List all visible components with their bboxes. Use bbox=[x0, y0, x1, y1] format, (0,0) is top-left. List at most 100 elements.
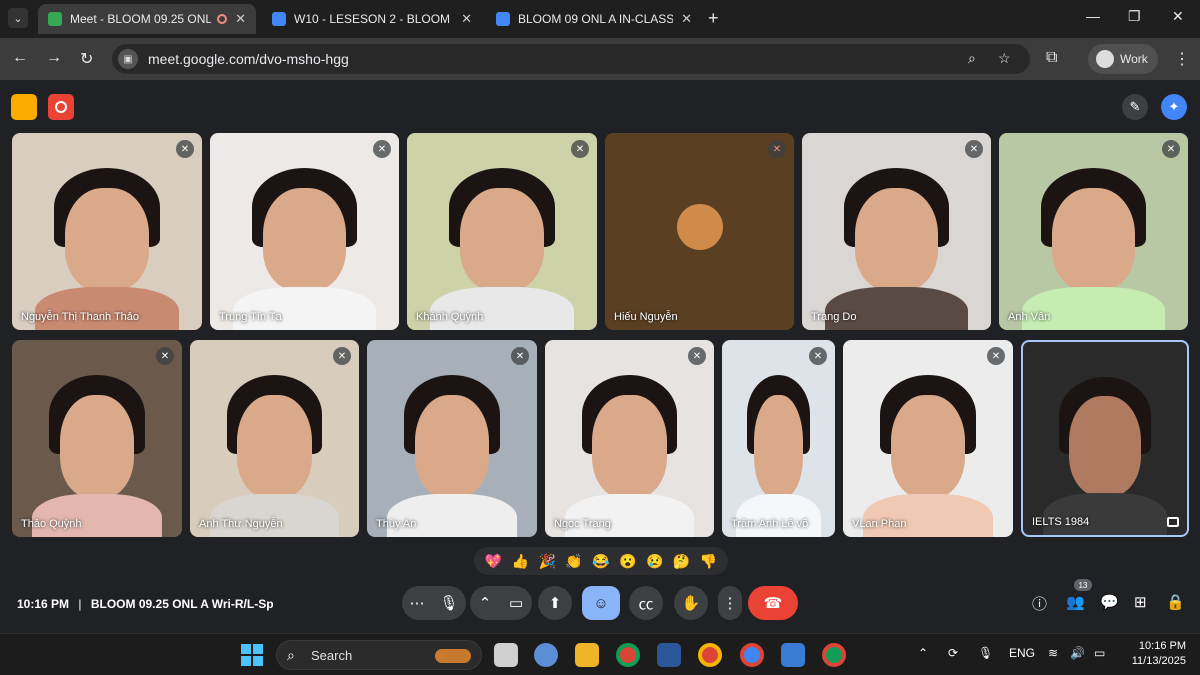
surprised-reaction[interactable]: 😮 bbox=[619, 553, 636, 570]
taskbar-search[interactable]: ⌕ Search bbox=[276, 640, 482, 670]
mic-off-icon: ✕ bbox=[156, 347, 174, 365]
meeting-details-icon[interactable]: ⓘ bbox=[1032, 593, 1047, 614]
google-docs-icon bbox=[272, 12, 286, 26]
maximize-button[interactable]: ❐ bbox=[1128, 8, 1141, 25]
participant-tile[interactable]: ✕ VLan Phan bbox=[843, 340, 1013, 537]
reload-icon[interactable]: ↻ bbox=[80, 49, 93, 69]
close-tab-icon[interactable]: ✕ bbox=[235, 11, 246, 27]
file-explorer-icon[interactable] bbox=[575, 643, 599, 667]
tab-search-icon[interactable]: ⌄ bbox=[8, 8, 28, 28]
address-bar[interactable]: ▣ meet.google.com/dvo-msho-hgg ⌕ ☆ bbox=[112, 44, 1030, 74]
site-info-icon[interactable]: ▣ bbox=[118, 49, 138, 69]
camera-icon[interactable]: ▭ bbox=[509, 594, 523, 612]
url-text[interactable]: meet.google.com/dvo-msho-hgg bbox=[148, 51, 349, 67]
search-icon: ⌕ bbox=[287, 647, 295, 663]
activities-grid-icon[interactable]: ⊞ bbox=[1134, 593, 1147, 611]
mic-off-icon: ✕ bbox=[987, 347, 1005, 365]
participant-tile[interactable]: ✕ Khánh Quỳnh bbox=[407, 133, 597, 330]
profile-button[interactable]: Work bbox=[1088, 44, 1158, 74]
more-menu-button[interactable]: ⋮ bbox=[718, 586, 742, 620]
gemini-sparkle-icon[interactable]: ✦ bbox=[1161, 94, 1187, 120]
tab-meet[interactable]: Meet - BLOOM 09.25 ONL A ✕ bbox=[38, 4, 256, 34]
mic-off-icon: ✕ bbox=[176, 140, 194, 158]
participant-tile[interactable]: ✕ Anh Vân bbox=[999, 133, 1188, 330]
participant-tile[interactable]: ✕ Ngọc Trang bbox=[545, 340, 714, 537]
word-icon[interactable] bbox=[657, 643, 681, 667]
task-view-icon[interactable] bbox=[494, 643, 518, 667]
clapping-reaction[interactable]: 👏 bbox=[565, 553, 582, 570]
browser-menu-icon[interactable]: ⋮ bbox=[1174, 49, 1190, 69]
people-icon[interactable]: 👥 bbox=[1066, 593, 1085, 611]
microphone-icon[interactable]: 🎙 bbox=[439, 594, 458, 612]
mic-off-icon: ✕ bbox=[511, 347, 529, 365]
close-tab-icon[interactable]: ✕ bbox=[681, 11, 692, 27]
participant-tile-self[interactable]: IELTS 1984 bbox=[1021, 340, 1189, 537]
participant-name: Khánh Quỳnh bbox=[416, 311, 484, 323]
host-controls-lock-icon[interactable]: 🔒 bbox=[1166, 593, 1185, 611]
participant-name: Thảo Quỳnh bbox=[21, 518, 82, 530]
mic-off-icon: ✕ bbox=[809, 347, 827, 365]
photos-icon[interactable] bbox=[781, 643, 805, 667]
taskbar-clock[interactable]: 10:16 PM 11/13/2025 bbox=[1120, 639, 1186, 669]
participant-name: Trang Do bbox=[811, 311, 857, 323]
present-screen-button[interactable]: ⬆ bbox=[538, 586, 572, 620]
close-window-button[interactable]: ✕ bbox=[1172, 8, 1184, 25]
chevron-up-icon[interactable]: ⌃ bbox=[918, 646, 928, 660]
browser-toolbar: ← → ↻ ▣ meet.google.com/dvo-msho-hgg ⌕ ☆… bbox=[0, 38, 1200, 80]
raise-hand-button[interactable]: ✋ bbox=[674, 586, 708, 620]
thumbs-down-reaction[interactable]: 👎 bbox=[700, 553, 717, 570]
volume-icon[interactable]: 🔊 bbox=[1070, 646, 1085, 660]
wifi-icon[interactable]: ≋ bbox=[1048, 646, 1058, 660]
participant-tile[interactable]: ✕ Nguyễn Thị Thanh Thảo bbox=[12, 133, 202, 330]
chrome-icon[interactable] bbox=[616, 643, 640, 667]
battery-icon[interactable]: ▭ bbox=[1094, 646, 1105, 660]
participant-name: VLan Phan bbox=[852, 518, 907, 530]
zoom-search-icon[interactable]: ⌕ bbox=[968, 50, 976, 67]
browser-tab-strip: ⌄ Meet - BLOOM 09.25 ONL A ✕ W10 - LESES… bbox=[0, 0, 1200, 38]
mic-off-icon: ✕ bbox=[1162, 140, 1180, 158]
leave-call-button[interactable]: ☎ bbox=[748, 586, 798, 620]
minimize-button[interactable]: — bbox=[1086, 8, 1100, 24]
participant-tile[interactable]: ✕ Trâm Anh Lê võ bbox=[722, 340, 835, 537]
chevron-up-icon[interactable]: ⌃ bbox=[479, 594, 492, 612]
profile-label: Work bbox=[1120, 52, 1148, 66]
new-tab-button[interactable]: + bbox=[708, 8, 719, 29]
chrome-active-icon[interactable] bbox=[740, 643, 764, 667]
close-tab-icon[interactable]: ✕ bbox=[461, 11, 472, 27]
participant-tile[interactable]: ✕ Hiếu Nguyễn bbox=[605, 133, 794, 330]
picture-in-picture-icon[interactable] bbox=[1167, 517, 1179, 527]
chrome-profile-icon[interactable] bbox=[698, 643, 722, 667]
recording-icon[interactable] bbox=[48, 94, 74, 120]
chat-icon[interactable]: 💬 bbox=[1100, 593, 1119, 611]
language-indicator[interactable]: ENG bbox=[1009, 646, 1035, 660]
laughing-reaction[interactable]: 😂 bbox=[592, 553, 609, 570]
party-popper-reaction[interactable]: 🎉 bbox=[538, 553, 555, 570]
back-arrow-icon[interactable]: ← bbox=[12, 49, 28, 67]
bookmark-star-icon[interactable]: ☆ bbox=[998, 50, 1011, 67]
extensions-icon[interactable]: ⧉ bbox=[1046, 49, 1057, 67]
participant-tile[interactable]: ✕ Thùy An bbox=[367, 340, 537, 537]
reactions-button[interactable]: ☺ bbox=[582, 586, 620, 620]
tab-bloom-in-class[interactable]: BLOOM 09 ONL A IN-CLASS PR ✕ bbox=[486, 4, 702, 34]
captions-button[interactable]: ㏄ bbox=[629, 586, 663, 620]
tab-w10-leseson[interactable]: W10 - LESESON 2 - BLOOM 09 ✕ bbox=[262, 4, 482, 34]
sparkling-heart-reaction[interactable]: 💖 bbox=[485, 553, 502, 570]
more-options-icon[interactable]: ⋯ bbox=[409, 594, 424, 612]
crying-reaction[interactable]: 😢 bbox=[646, 553, 663, 570]
hidden-camera-icon[interactable] bbox=[11, 94, 37, 120]
participant-tile[interactable]: ✕ Anh Thư Nguyễn bbox=[190, 340, 359, 537]
clock-date: 11/13/2025 bbox=[1131, 655, 1186, 667]
thumbs-up-reaction[interactable]: 👍 bbox=[512, 553, 529, 570]
windows-start-icon[interactable] bbox=[241, 644, 263, 666]
participant-tile[interactable]: ✕ Trung Tín Tạ bbox=[210, 133, 399, 330]
app-icon[interactable] bbox=[534, 643, 558, 667]
mic-off-icon: ✕ bbox=[571, 140, 589, 158]
chrome-profile-v-icon[interactable] bbox=[822, 643, 846, 667]
pencil-icon[interactable]: ✎ bbox=[1122, 94, 1148, 120]
forward-arrow-icon[interactable]: → bbox=[46, 49, 62, 67]
participant-tile[interactable]: ✕ Thảo Quỳnh bbox=[12, 340, 182, 537]
microphone-tray-icon[interactable]: 🎙 bbox=[978, 646, 993, 660]
thinking-reaction[interactable]: 🤔 bbox=[673, 553, 690, 570]
participant-tile[interactable]: ✕ Trang Do bbox=[802, 133, 991, 330]
sync-icon[interactable]: ⟳ bbox=[948, 646, 958, 660]
